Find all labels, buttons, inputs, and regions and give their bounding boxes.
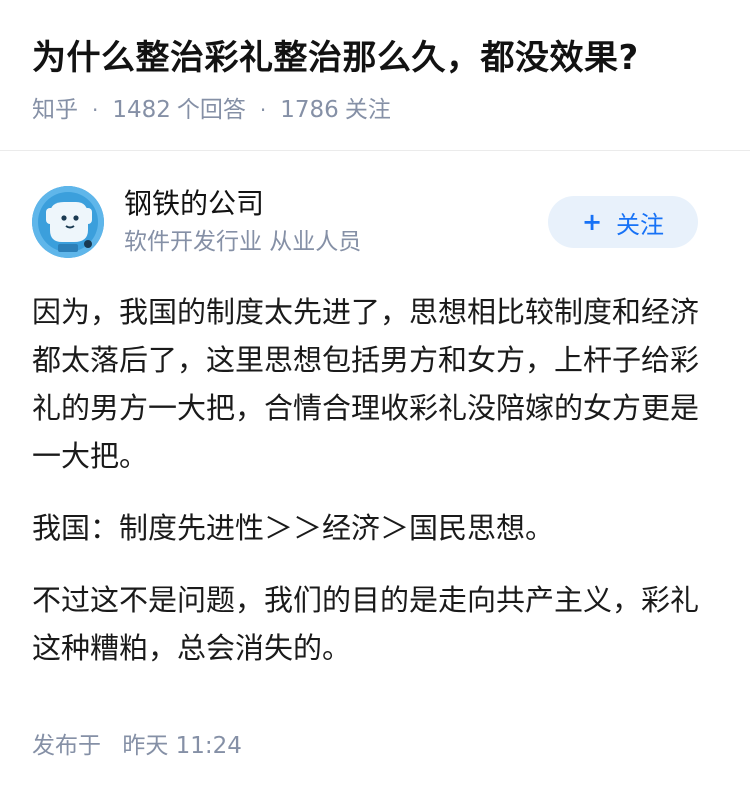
- publish-timestamp: 昨天 11:24: [122, 733, 242, 759]
- question-title[interactable]: 为什么整治彩礼整治那么久，都没效果?: [32, 36, 639, 80]
- answer-count: 1482: [112, 97, 171, 123]
- author-name[interactable]: 钢铁的公司: [124, 186, 264, 222]
- question-header: 为什么整治彩礼整治那么久，都没效果? 知乎 · 1482 个回答 · 1786 …: [0, 0, 750, 151]
- question-meta: 知乎 · 1482 个回答 · 1786 关注: [32, 94, 391, 126]
- publish-label: 发布于: [32, 733, 101, 759]
- author-avatar[interactable]: [32, 186, 104, 258]
- source-label: 知乎: [32, 97, 78, 123]
- follower-count: 1786: [280, 97, 339, 123]
- author-headline: 软件开发行业 从业人员: [124, 229, 362, 255]
- answer-paragraph: 因为，我国的制度太先进了，思想相比较制度和经济都太落后了，这里思想包括男方和女方…: [32, 295, 700, 473]
- answer-page: 为什么整治彩礼整治那么久，都没效果? 知乎 · 1482 个回答 · 1786 …: [0, 0, 750, 798]
- publish-time: 发布于 昨天 11:24: [32, 730, 242, 762]
- answer-count-label: 个回答: [176, 97, 246, 123]
- plus-icon: +: [581, 208, 603, 236]
- answer-card: 钢铁的公司 软件开发行业 从业人员 + 关注 因为，我国的制度太先进了，思想相比…: [0, 152, 750, 798]
- answer-paragraph: 不过这不是问题，我们的目的是走向共产主义，彩礼这种糟粕，总会消失的。: [32, 583, 700, 665]
- answer-content: 因为，我国的制度太先进了，思想相比较制度和经济都太落后了，这里思想包括男方和女方…: [32, 288, 704, 696]
- robot-avatar-icon: [32, 186, 104, 258]
- separator-dot: ·: [259, 98, 267, 122]
- follower-count-label: 关注: [344, 97, 391, 123]
- follow-button[interactable]: + 关注: [548, 196, 698, 248]
- separator-dot: ·: [92, 98, 99, 122]
- answer-paragraph: 我国：制度先进性＞＞经济＞国民思想。: [32, 511, 555, 545]
- follow-button-label: 关注: [616, 210, 665, 239]
